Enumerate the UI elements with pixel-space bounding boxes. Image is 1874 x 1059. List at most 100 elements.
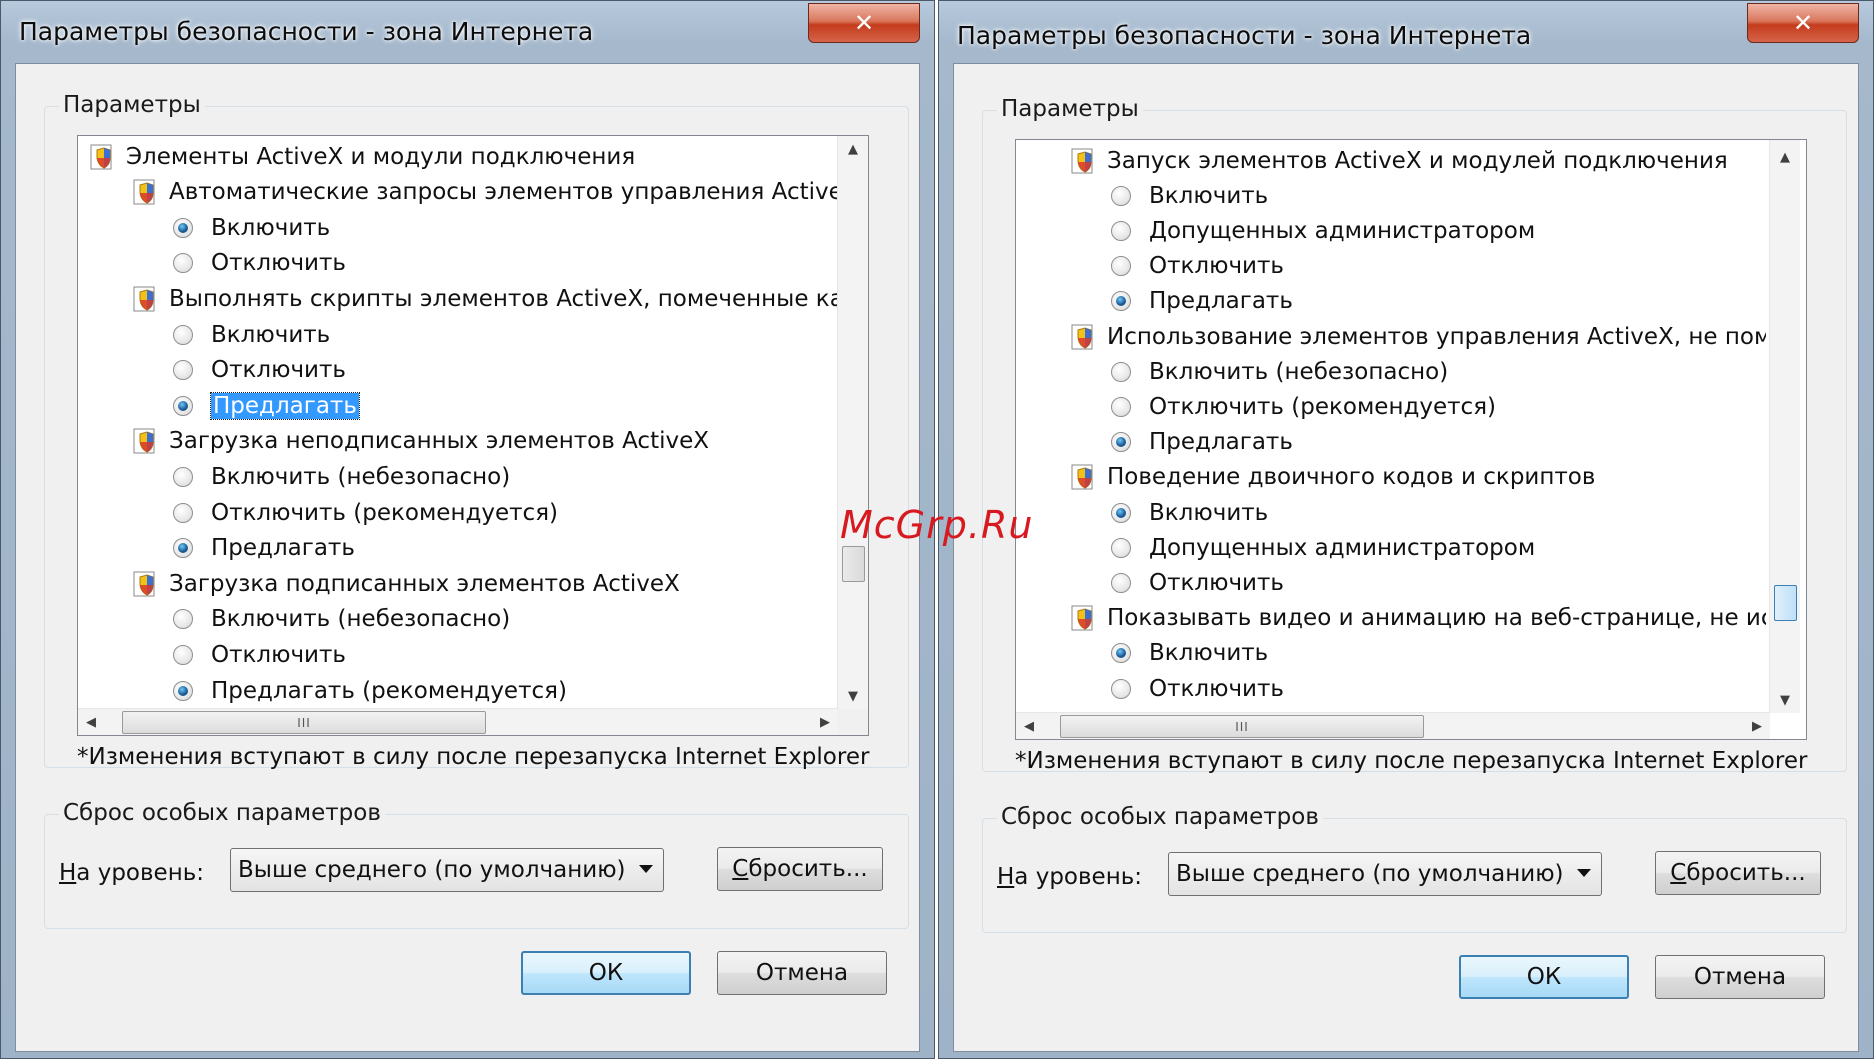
tree-category[interactable]: Показывать видео и анимацию на веб-стран… — [1069, 601, 1766, 636]
radio-button[interactable] — [1111, 256, 1131, 277]
radio-button[interactable] — [1111, 291, 1131, 312]
tree-option-label: Включить — [1149, 640, 1269, 667]
tree-option[interactable]: Отключить — [173, 637, 346, 672]
tree-option[interactable]: Допущенных администратором — [1111, 530, 1535, 565]
tree-option[interactable]: Предлагать — [173, 388, 360, 423]
scroll-left-arrow-icon[interactable]: ◀ — [78, 709, 104, 735]
tree-option[interactable]: Включить (небезопасно) — [173, 459, 510, 494]
tree-category[interactable]: Поведение двоичного кодов и скриптов — [1069, 460, 1595, 495]
tree-option[interactable]: Отключить (рекомендуется) — [173, 495, 558, 530]
radio-button[interactable] — [173, 502, 193, 523]
reset-button[interactable]: Сбросить... — [717, 847, 883, 891]
title-bar[interactable]: Параметры безопасности - зона Интернета … — [1, 1, 934, 63]
tree-category[interactable]: Выполнять скрипты элементов ActiveX, пом… — [131, 281, 838, 316]
radio-button[interactable] — [1111, 220, 1131, 241]
ok-button[interactable]: ОК — [521, 951, 691, 995]
radio-button[interactable] — [1111, 537, 1131, 558]
scroll-left-arrow-icon[interactable]: ◀ — [1016, 713, 1042, 739]
scroll-down-arrow-icon[interactable]: ▼ — [1770, 687, 1800, 713]
radio-button[interactable] — [173, 360, 193, 381]
radio-button[interactable] — [1111, 678, 1131, 699]
tree-option-label: Включить (небезопасно) — [211, 463, 511, 490]
horizontal-scrollbar[interactable]: ◀ III ▶ — [78, 708, 838, 735]
tree-option[interactable]: Включить — [1111, 178, 1268, 213]
tree-option[interactable]: Включить — [173, 210, 330, 245]
radio-button[interactable] — [1111, 643, 1131, 664]
vertical-scrollbar[interactable]: ▲ ▼ — [837, 136, 868, 709]
ok-button[interactable]: ОК — [1459, 955, 1629, 999]
vertical-scroll-thumb[interactable] — [1774, 585, 1797, 621]
radio-button[interactable] — [1111, 502, 1131, 523]
radio-button[interactable] — [173, 395, 193, 416]
tree-option[interactable]: Предлагать — [173, 531, 355, 566]
tree-category[interactable]: Элементы ActiveX и модули подключения — [88, 139, 635, 174]
close-button[interactable]: ✕ — [808, 3, 920, 43]
reset-group-label: Сброс особых параметров — [997, 804, 1323, 830]
horizontal-scroll-thumb[interactable]: III — [122, 711, 486, 734]
radio-button[interactable] — [1111, 572, 1131, 593]
level-select[interactable]: Выше среднего (по умолчанию) — [1168, 852, 1602, 896]
scroll-up-arrow-icon[interactable]: ▲ — [838, 136, 868, 162]
level-select[interactable]: Выше среднего (по умолчанию) — [230, 848, 664, 892]
tree-option[interactable]: Включить (небезопасно) — [1111, 354, 1448, 389]
vertical-scrollbar[interactable]: ▲ ▼ — [1769, 140, 1800, 713]
reset-groupbox: Сброс особых параметров На уровень: Выше… — [982, 804, 1847, 933]
radio-button[interactable] — [1111, 361, 1131, 382]
cancel-button[interactable]: Отмена — [717, 951, 887, 995]
tree-option[interactable]: Включить — [173, 317, 330, 352]
tree-option[interactable]: Отключить — [173, 246, 346, 281]
tree-category-label: Загрузка подписанных элементов ActiveX — [169, 570, 680, 597]
tree-option-label: Предлагать — [1149, 429, 1293, 456]
chevron-down-icon — [1577, 869, 1591, 877]
radio-button[interactable] — [173, 680, 193, 701]
tree-category[interactable]: Использование элементов управления Activ… — [1069, 319, 1766, 354]
tree-category[interactable]: Загрузка подписанных элементов ActiveX — [131, 566, 680, 601]
tree-option[interactable]: Предлагать — [1111, 425, 1293, 460]
scrollbar-corner — [838, 709, 868, 735]
radio-button[interactable] — [1111, 185, 1131, 206]
scroll-right-arrow-icon[interactable]: ▶ — [1744, 713, 1770, 739]
horizontal-scroll-thumb[interactable]: III — [1060, 715, 1424, 738]
radio-button[interactable] — [173, 609, 193, 630]
tree-option[interactable]: Отключить — [1111, 249, 1284, 284]
title-bar[interactable]: Параметры безопасности - зона Интернета … — [939, 1, 1873, 63]
vertical-scroll-thumb[interactable] — [842, 546, 865, 582]
radio-button[interactable] — [173, 466, 193, 487]
tree-option[interactable]: Отключить — [173, 353, 346, 388]
radio-button[interactable] — [1111, 432, 1131, 453]
tree-category[interactable]: Автоматические запросы элементов управле… — [131, 175, 838, 210]
tree-option[interactable]: Допущенных администратором — [1111, 213, 1535, 248]
scroll-right-arrow-icon[interactable]: ▶ — [812, 709, 838, 735]
tree-option[interactable]: Предлагать (рекомендуется) — [173, 673, 567, 708]
tree-category-label: Выполнять скрипты элементов ActiveX, пом… — [169, 285, 838, 312]
tree-option[interactable]: Включить — [1111, 636, 1268, 671]
tree-option[interactable]: Предлагать — [1111, 284, 1293, 319]
settings-tree[interactable]: Запуск элементов ActiveX и модулей подкл… — [1015, 139, 1807, 740]
tree-option[interactable]: Отключить — [1111, 565, 1284, 600]
watermark-text: McGrp.Ru — [840, 503, 1034, 547]
settings-tree[interactable]: Элементы ActiveX и модули подключения Авт… — [77, 135, 869, 736]
horizontal-scrollbar[interactable]: ◀ III ▶ — [1016, 712, 1770, 739]
tree-option[interactable]: Отключить (рекомендуется) — [1111, 389, 1496, 424]
radio-button[interactable] — [173, 644, 193, 665]
window-title: Параметры безопасности - зона Интернета — [19, 17, 594, 46]
tree-category[interactable]: Загрузка неподписанных элементов ActiveX — [131, 424, 709, 459]
tree-option[interactable]: Отключить — [1111, 671, 1284, 706]
settings-group-label: Параметры — [997, 96, 1143, 122]
tree-option[interactable]: Включить — [1111, 495, 1268, 530]
radio-button[interactable] — [1111, 396, 1131, 417]
tree-option-label: Отключить (рекомендуется) — [211, 499, 558, 526]
tree-option[interactable]: Включить (небезопасно) — [173, 602, 510, 637]
tree-category[interactable]: Запуск элементов ActiveX и модулей подкл… — [1069, 143, 1728, 178]
scroll-up-arrow-icon[interactable]: ▲ — [1770, 144, 1800, 170]
radio-button[interactable] — [173, 324, 193, 345]
cancel-button[interactable]: Отмена — [1655, 955, 1825, 999]
tree-option-label: Включить — [1149, 499, 1269, 526]
scroll-down-arrow-icon[interactable]: ▼ — [838, 683, 868, 709]
radio-button[interactable] — [173, 217, 193, 238]
reset-button[interactable]: Сбросить... — [1655, 851, 1821, 895]
close-button[interactable]: ✕ — [1747, 3, 1859, 43]
radio-button[interactable] — [173, 538, 193, 559]
tree-option-label: Отключить — [211, 250, 346, 277]
radio-button[interactable] — [173, 253, 193, 274]
